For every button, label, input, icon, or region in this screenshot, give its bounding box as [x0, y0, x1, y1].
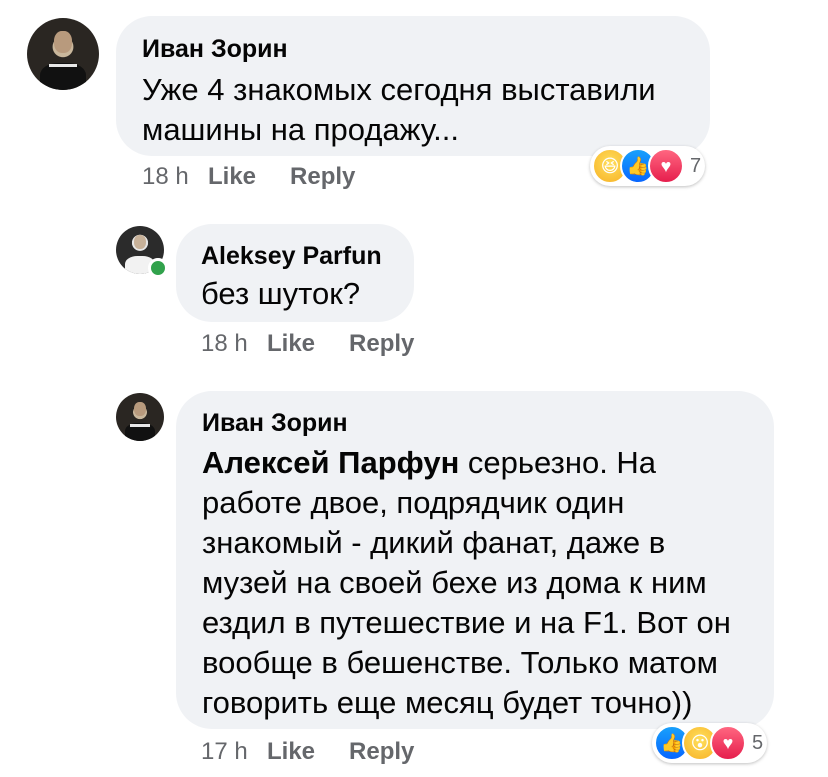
reactions-summary[interactable]: 😆 👍 ♥ 7: [590, 146, 706, 186]
comment-author[interactable]: Иван Зорин: [202, 409, 348, 438]
comment-time[interactable]: 18 h: [142, 163, 208, 191]
comment-text-line: вообще в бешенстве. Только матом: [202, 645, 718, 680]
comment-text-line: работе двое, подрядчик один: [202, 485, 625, 520]
avatar-face: [134, 234, 146, 250]
reaction-count: 5: [752, 731, 764, 754]
comment-text: Алексей Парфун серьезно. На работе двое,…: [202, 443, 731, 723]
comment-bubble: Иван Зорин Алексей Парфун серьезно. На р…: [176, 391, 774, 729]
like-link[interactable]: Like: [267, 330, 315, 358]
avatar-face: [134, 401, 146, 417]
mention-link[interactable]: Алексей Парфун: [202, 445, 459, 480]
comment-time[interactable]: 18 h: [201, 330, 267, 358]
comment-author[interactable]: Aleksey Parfun: [201, 242, 382, 271]
reply-link[interactable]: Reply: [349, 738, 414, 766]
comment-time[interactable]: 17 h: [201, 738, 267, 766]
love-icon: ♥: [648, 148, 684, 184]
comment-text-segment: серьезно. На: [459, 445, 657, 480]
comment-text: без шуток?: [201, 276, 361, 311]
like-link[interactable]: Like: [208, 163, 256, 191]
avatar[interactable]: [116, 393, 164, 441]
online-status-indicator: [148, 258, 168, 278]
comment-text-line: машины на продажу...: [142, 112, 459, 147]
comment-bubble: Иван Зорин Уже 4 знакомых сегодня выстав…: [116, 16, 710, 156]
comment-text-line: музей на своей бехе из дома к ним: [202, 565, 707, 600]
comment-text-line: знакомый - дикий фанат, даже в: [202, 525, 666, 560]
comment-meta: 17 h Like Reply: [201, 738, 448, 766]
love-icon: ♥: [710, 725, 746, 761]
avatar-shirt-print: [48, 64, 78, 68]
like-link[interactable]: Like: [267, 738, 315, 766]
reactions-summary[interactable]: 👍 😮 ♥ 5: [652, 723, 768, 763]
avatar-face: [54, 30, 72, 53]
avatar[interactable]: [27, 18, 99, 90]
comment-meta: 18 h Like Reply: [142, 163, 389, 191]
comment-text-line: говорить еще месяц будет точно)): [202, 685, 693, 720]
comment-author[interactable]: Иван Зорин: [142, 35, 288, 64]
comment-text: Уже 4 знакомых сегодня выставили машины …: [142, 70, 656, 150]
comment-text-line: Алексей Парфун серьезно. На: [202, 443, 731, 483]
reaction-count: 7: [690, 154, 702, 177]
comment-text-line: ездил в путешествие и на F1. Вот он: [202, 605, 731, 640]
comment-text-line: Уже 4 знакомых сегодня выставили: [142, 72, 656, 107]
reply-link[interactable]: Reply: [290, 163, 355, 191]
reply-link[interactable]: Reply: [349, 330, 414, 358]
comment-bubble: Aleksey Parfun без шуток?: [176, 224, 414, 322]
comment-meta: 18 h Like Reply: [201, 330, 448, 358]
avatar-shirt-print: [130, 423, 150, 427]
